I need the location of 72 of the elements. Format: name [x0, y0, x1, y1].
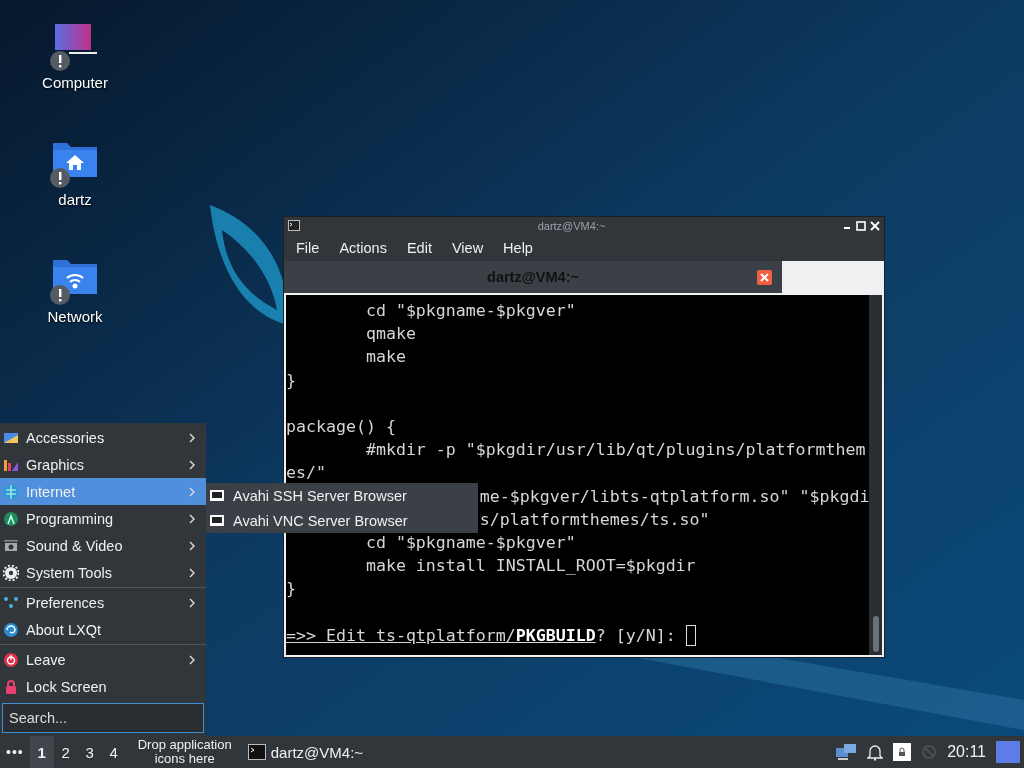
prompt-text: =>> Edit ts-qtplatform/PKGBUILD? [y/N]: [286, 624, 676, 647]
terminal-icon [288, 220, 300, 231]
bell-icon[interactable] [867, 743, 884, 761]
desktop-switch-button[interactable]: 1 [29, 736, 54, 768]
camera-icon [3, 537, 19, 554]
menu-label: Leave [26, 651, 67, 668]
menu-label: Programming [26, 510, 115, 527]
terminal-line: qmake [364, 323, 416, 346]
menu-item[interactable]: Graphics [0, 451, 206, 478]
globe-icon [3, 483, 19, 500]
terminal-line: me-$pkgver/libts-qtplatform.so" "$pkgdi [479, 485, 870, 508]
menu-item[interactable]: View [441, 239, 494, 256]
terminal-line: cd "$pkgname-$pkgver" [364, 300, 576, 322]
menu-item[interactable]: Leave [0, 646, 206, 673]
menu-button[interactable]: ••• [0, 736, 30, 768]
menu-label: Accessories [26, 429, 106, 446]
power-icon [3, 651, 19, 668]
menu-label: Internet [26, 483, 77, 500]
menu-label: About LXQt [26, 621, 102, 638]
terminal-line: es/" [286, 462, 326, 485]
menu-label: Preferences [26, 594, 106, 611]
menu-item[interactable]: Help [493, 239, 543, 256]
desktop-switch-button[interactable]: 3 [77, 736, 102, 768]
menu-item[interactable]: Sound & Video [0, 532, 206, 559]
monitor-icon [209, 488, 225, 503]
menu-item[interactable]: Avahi VNC Server Browser [206, 508, 478, 533]
terminal-line: package() { [286, 415, 396, 438]
terminal-line: } [286, 369, 296, 392]
network-icon[interactable] [835, 742, 858, 762]
task-button[interactable]: dartz@VM4:~ [243, 736, 368, 768]
menu-item[interactable]: Lock Screen [0, 673, 206, 700]
dots-icon [3, 594, 19, 611]
menu-label: Avahi SSH Server Browser [233, 487, 407, 504]
menu-item[interactable]: File [286, 239, 330, 256]
terminal-line: s/platformthemes/ts.so" [479, 508, 710, 531]
desktop-switch-button[interactable]: 2 [53, 736, 78, 768]
lock-icon[interactable] [893, 743, 912, 761]
menu-item[interactable]: Accessories [0, 424, 206, 451]
icon-label: Computer [42, 74, 108, 91]
quicklaunch-hint: Drop application icons here [136, 738, 233, 766]
icon-label: dartz [58, 191, 92, 208]
menu-label: Avahi VNC Server Browser [233, 512, 408, 529]
icon-label: Network [47, 308, 103, 325]
window-title: dartz@VM4:~ [536, 219, 607, 232]
terminal-line: } [286, 578, 296, 601]
terminal-line: make [364, 346, 406, 369]
menu-item[interactable]: Edit [396, 239, 442, 256]
menu-item[interactable]: Avahi SSH Server Browser [206, 483, 478, 508]
menu-item[interactable]: Preferences [0, 589, 206, 616]
terminal-icon [247, 744, 266, 760]
menu-item[interactable]: System Tools [0, 559, 206, 586]
scrollbar[interactable] [869, 295, 882, 655]
menu-label: Sound & Video [26, 537, 124, 554]
menu-item[interactable]: About LXQt [0, 616, 206, 643]
terminal-line: #mkdir -p "$pkgdir/usr/lib/qt/plugins/platformthem [364, 439, 866, 462]
monitor-icon [209, 513, 225, 528]
maximize-icon[interactable] [856, 220, 866, 231]
terminal-line: make install INSTALL_ROOT=$pkgdir [364, 555, 696, 578]
menu-label: Graphics [26, 456, 86, 473]
desktop-switch-button[interactable]: 4 [101, 736, 126, 768]
menu-label: Lock Screen [26, 678, 108, 695]
menu-label: System Tools [26, 564, 113, 581]
menu-item[interactable]: Programming [0, 505, 206, 532]
close-icon[interactable] [870, 220, 880, 231]
lock-icon [3, 678, 19, 695]
compass-icon [3, 510, 19, 527]
menu-item[interactable]: Actions [329, 239, 397, 256]
terminal-line: cd "$pkgname-$pkgver" [364, 531, 576, 554]
search-field[interactable]: Search... [2, 703, 204, 733]
clock: 20:11 [947, 743, 986, 761]
swirl-icon [3, 621, 19, 638]
gear-icon [3, 564, 19, 581]
